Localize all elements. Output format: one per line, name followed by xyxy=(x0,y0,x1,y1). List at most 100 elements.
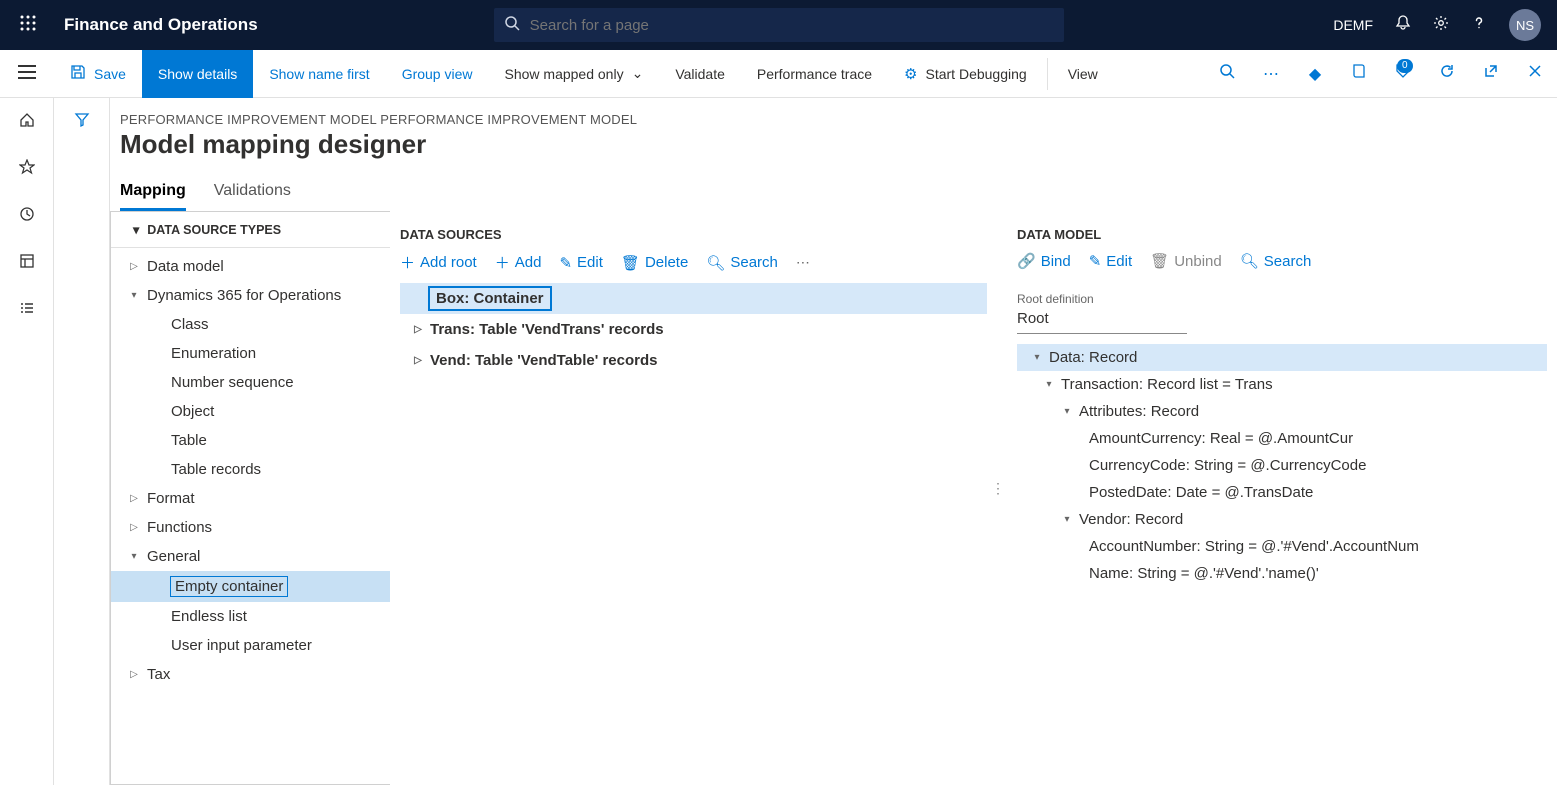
caret-right-icon: ▷ xyxy=(406,355,430,366)
plus-icon: ＋ xyxy=(400,252,415,273)
tree-node-class[interactable]: Class xyxy=(111,310,390,339)
ds-row-vend[interactable]: ▷Vend: Table 'VendTable' records xyxy=(400,345,987,376)
save-label: Save xyxy=(94,66,126,82)
modules-icon[interactable] xyxy=(19,300,35,321)
tree-node-general[interactable]: ▾General xyxy=(111,542,390,571)
tree-node-format[interactable]: ▷Format xyxy=(111,484,390,513)
bind-button[interactable]: 🔗Bind xyxy=(1017,252,1071,270)
show-name-first-button[interactable]: Show name first xyxy=(253,50,385,98)
show-details-button[interactable]: Show details xyxy=(142,50,253,98)
tree-node-enumeration[interactable]: Enumeration xyxy=(111,339,390,368)
link-icon: 🔗 xyxy=(1017,252,1036,270)
tree-node-d365[interactable]: ▾Dynamics 365 for Operations xyxy=(111,281,390,310)
global-search[interactable] xyxy=(494,8,1064,42)
tab-strip: Mapping Validations xyxy=(110,168,1557,211)
root-definition-label: Root definition xyxy=(1017,292,1547,306)
tree-node-number-sequence[interactable]: Number sequence xyxy=(111,368,390,397)
edit-button[interactable]: ✎Edit xyxy=(559,254,602,272)
tree-node-tax[interactable]: ▷Tax xyxy=(111,660,390,689)
overflow-icon[interactable]: ⋯ xyxy=(1249,64,1293,84)
edit-button[interactable]: ✎Edit xyxy=(1089,252,1132,270)
ds-row-box[interactable]: Box: Container xyxy=(400,283,987,314)
caret-down-icon: ▾ xyxy=(1025,352,1049,363)
dm-row-currency-code[interactable]: CurrencyCode: String = @.CurrencyCode xyxy=(1017,452,1547,479)
app-launcher-icon[interactable] xyxy=(8,15,48,36)
caret-right-icon: ▷ xyxy=(121,493,147,504)
dm-row-vendor-name[interactable]: Name: String = @.'#Vend'.'name()' xyxy=(1017,560,1547,587)
clock-icon[interactable] xyxy=(19,206,35,227)
bell-icon[interactable] xyxy=(1395,15,1411,36)
nav-toggle-button[interactable] xyxy=(0,65,54,82)
search-button[interactable]: 🔍︎Search xyxy=(706,254,778,272)
dm-row-transaction[interactable]: ▾Transaction: Record list = Trans xyxy=(1017,371,1547,398)
plus-icon: ＋ xyxy=(495,252,510,273)
caret-down-icon: ▾ xyxy=(133,222,139,237)
caret-down-icon: ▾ xyxy=(1037,379,1061,390)
debug-icon: ⚙ xyxy=(904,65,917,83)
data-source-types-header[interactable]: ▾ DATA SOURCE TYPES xyxy=(111,212,390,248)
data-model-panel: DATA MODEL 🔗Bind ✎Edit 🗑Unbind 🔍︎Search … xyxy=(997,211,1557,785)
book-icon[interactable] xyxy=(1337,63,1381,84)
dm-row-vendor[interactable]: ▾Vendor: Record xyxy=(1017,506,1547,533)
overflow-icon[interactable]: ⋯ xyxy=(796,254,810,271)
show-mapped-label: Show mapped only xyxy=(505,66,624,82)
show-mapped-only-dropdown[interactable]: Show mapped only ⌄ xyxy=(489,50,660,98)
dm-row-posted-date[interactable]: PostedDate: Date = @.TransDate xyxy=(1017,479,1547,506)
tree-node-functions[interactable]: ▷Functions xyxy=(111,513,390,542)
close-icon[interactable] xyxy=(1513,63,1557,84)
caret-right-icon: ▷ xyxy=(121,669,147,680)
tab-validations[interactable]: Validations xyxy=(214,182,291,211)
tree-node-endless-list[interactable]: Endless list xyxy=(111,602,390,631)
add-button[interactable]: ＋Add xyxy=(495,252,542,273)
tree-node-user-input-parameter[interactable]: User input parameter xyxy=(111,631,390,660)
d365-icon[interactable]: ◆ xyxy=(1293,64,1337,84)
find-icon[interactable] xyxy=(1205,63,1249,84)
search-icon: 🔍︎ xyxy=(706,254,725,272)
gear-icon[interactable] xyxy=(1433,15,1449,36)
page-title: Model mapping designer xyxy=(120,129,1547,160)
star-icon[interactable] xyxy=(19,159,35,180)
popout-icon[interactable] xyxy=(1469,63,1513,84)
search-button[interactable]: 🔍︎Search xyxy=(1240,252,1312,270)
top-bar: Finance and Operations DEMF NS xyxy=(0,0,1557,50)
dm-row-amount-currency[interactable]: AmountCurrency: Real = @.AmountCur xyxy=(1017,425,1547,452)
home-icon[interactable] xyxy=(19,112,35,133)
view-button[interactable]: View xyxy=(1052,50,1114,98)
start-debugging-button[interactable]: ⚙ Start Debugging xyxy=(888,50,1043,98)
caret-right-icon: ▷ xyxy=(406,324,430,335)
search-icon xyxy=(494,15,530,35)
tag-icon[interactable]: 0 xyxy=(1381,63,1425,84)
user-avatar[interactable]: NS xyxy=(1509,9,1541,41)
search-icon: 🔍︎ xyxy=(1240,252,1259,270)
tree-node-table-records[interactable]: Table records xyxy=(111,455,390,484)
group-view-button[interactable]: Group view xyxy=(386,50,489,98)
splitter-handle[interactable]: ⋮ xyxy=(993,471,1003,505)
data-source-types-panel: ▾ DATA SOURCE TYPES ▷Data model ▾Dynamic… xyxy=(110,211,390,785)
refresh-icon[interactable] xyxy=(1425,63,1469,84)
ds-row-trans[interactable]: ▷Trans: Table 'VendTrans' records xyxy=(400,314,987,345)
tab-mapping[interactable]: Mapping xyxy=(120,182,186,211)
tree-node-data-model[interactable]: ▷Data model xyxy=(111,252,390,281)
unbind-button[interactable]: 🗑Unbind xyxy=(1150,252,1222,270)
validate-button[interactable]: Validate xyxy=(659,50,741,98)
tree-node-object[interactable]: Object xyxy=(111,397,390,426)
pencil-icon: ✎ xyxy=(1089,252,1102,270)
dm-row-account-number[interactable]: AccountNumber: String = @.'#Vend'.Accoun… xyxy=(1017,533,1547,560)
delete-button[interactable]: 🗑Delete xyxy=(621,254,688,272)
filter-icon[interactable] xyxy=(74,112,90,785)
performance-trace-button[interactable]: Performance trace xyxy=(741,50,888,98)
tree-node-empty-container[interactable]: Empty container xyxy=(111,571,390,602)
tree-node-table[interactable]: Table xyxy=(111,426,390,455)
workspace-icon[interactable] xyxy=(19,253,35,274)
dm-row-data[interactable]: ▾Data: Record xyxy=(1017,344,1547,371)
save-button[interactable]: Save xyxy=(54,50,142,98)
global-search-input[interactable] xyxy=(530,17,1064,34)
company-label[interactable]: DEMF xyxy=(1333,17,1373,33)
help-icon[interactable] xyxy=(1471,15,1487,36)
action-bar: Save Show details Show name first Group … xyxy=(0,50,1557,98)
caret-right-icon: ▷ xyxy=(121,261,147,272)
add-root-button[interactable]: ＋Add root xyxy=(400,252,477,273)
filter-rail xyxy=(54,98,110,785)
dm-row-attributes[interactable]: ▾Attributes: Record xyxy=(1017,398,1547,425)
root-definition-value[interactable]: Root xyxy=(1017,306,1187,334)
